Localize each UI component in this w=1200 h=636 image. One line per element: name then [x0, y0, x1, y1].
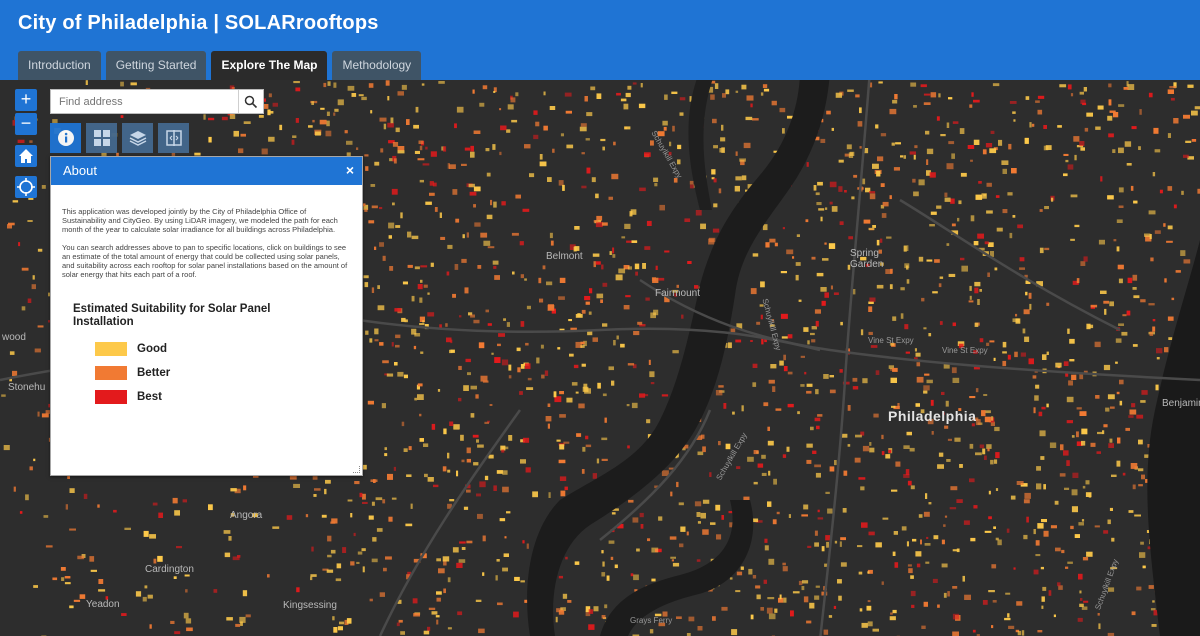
zoom-out-button[interactable]: − — [15, 113, 37, 135]
legend-item-best: Best — [95, 385, 362, 409]
layers-button[interactable] — [122, 123, 153, 153]
app-title: City of Philadelphia | SOLARrooftops — [18, 12, 379, 34]
about-paragraph-1: This application was developed jointly b… — [62, 207, 338, 235]
map-label-fairmount: Fairmount — [655, 288, 701, 299]
about-panel-title: About — [63, 163, 97, 178]
locate-icon — [17, 178, 35, 196]
search-button[interactable] — [238, 90, 263, 113]
legend-swatch-better — [95, 366, 127, 381]
swipe-button[interactable] — [158, 123, 189, 153]
address-search — [50, 89, 264, 114]
legend-label-better: Better — [137, 367, 171, 380]
layers-icon — [129, 131, 146, 146]
legend-item-better: Better — [95, 361, 362, 385]
legend-label-best: Best — [137, 391, 162, 404]
info-icon — [57, 130, 74, 146]
basemap-gallery-button[interactable] — [86, 123, 117, 153]
swipe-icon — [165, 130, 182, 146]
legend-title: Estimated Suitability for Solar Panel In… — [73, 303, 271, 329]
about-panel-body: This application was developed jointly b… — [51, 185, 362, 279]
map-label-vine-st-expy-2: Vine St Expy — [942, 346, 988, 355]
tab-explore-the-map[interactable]: Explore The Map — [211, 51, 328, 80]
legend-swatch-good — [95, 342, 127, 357]
app-header: City of Philadelphia | SOLARrooftops Int… — [0, 0, 1200, 80]
tab-methodology[interactable]: Methodology — [332, 51, 422, 80]
map-label-wood: wood — [2, 332, 26, 343]
map-label-philadelphia: Philadelphia — [888, 408, 977, 424]
tab-bar: Introduction Getting Started Explore The… — [18, 51, 422, 80]
map-label-grays-ferry: Grays Ferry — [630, 616, 673, 625]
info-button[interactable] — [50, 123, 81, 153]
map-label-belmont: Belmont — [546, 251, 583, 262]
about-panel: About × This application was developed j… — [50, 156, 363, 476]
map-label-cardington: Cardington — [145, 564, 194, 575]
map-label-yeadon: Yeadon — [86, 599, 120, 610]
basemap-gallery-icon — [93, 130, 110, 146]
home-icon — [19, 149, 33, 163]
search-icon — [244, 95, 258, 108]
map-label-angora: Angora — [230, 510, 263, 521]
tab-introduction[interactable]: Introduction — [18, 51, 101, 80]
map-label-benjamin: Benjamin — [1162, 398, 1200, 409]
tool-bar — [50, 123, 189, 153]
about-paragraph-2: You can search addresses above to pan to… — [62, 242, 348, 280]
legend-label-good: Good — [137, 343, 168, 356]
map-label-stonehurst: Stonehu — [8, 382, 46, 393]
map-label-kingsessing: Kingsessing — [283, 600, 337, 611]
legend-item-good: Good — [95, 337, 362, 361]
legend-swatch-best — [95, 390, 127, 405]
locate-button[interactable] — [15, 176, 37, 198]
resize-handle[interactable] — [353, 466, 360, 473]
map-label-spring-garden: Spring Garden — [850, 248, 884, 270]
legend: Good Better Best — [95, 337, 362, 409]
search-input[interactable] — [51, 90, 239, 113]
close-icon[interactable]: × — [346, 162, 354, 178]
map-label-vine-st-expy-1: Vine St Expy — [868, 336, 914, 345]
home-button[interactable] — [15, 145, 37, 167]
zoom-in-button[interactable]: + — [15, 89, 37, 111]
app-root: City of Philadelphia | SOLARrooftops Int… — [0, 0, 1200, 636]
tab-getting-started[interactable]: Getting Started — [105, 51, 207, 80]
about-panel-header: About × — [51, 157, 362, 185]
